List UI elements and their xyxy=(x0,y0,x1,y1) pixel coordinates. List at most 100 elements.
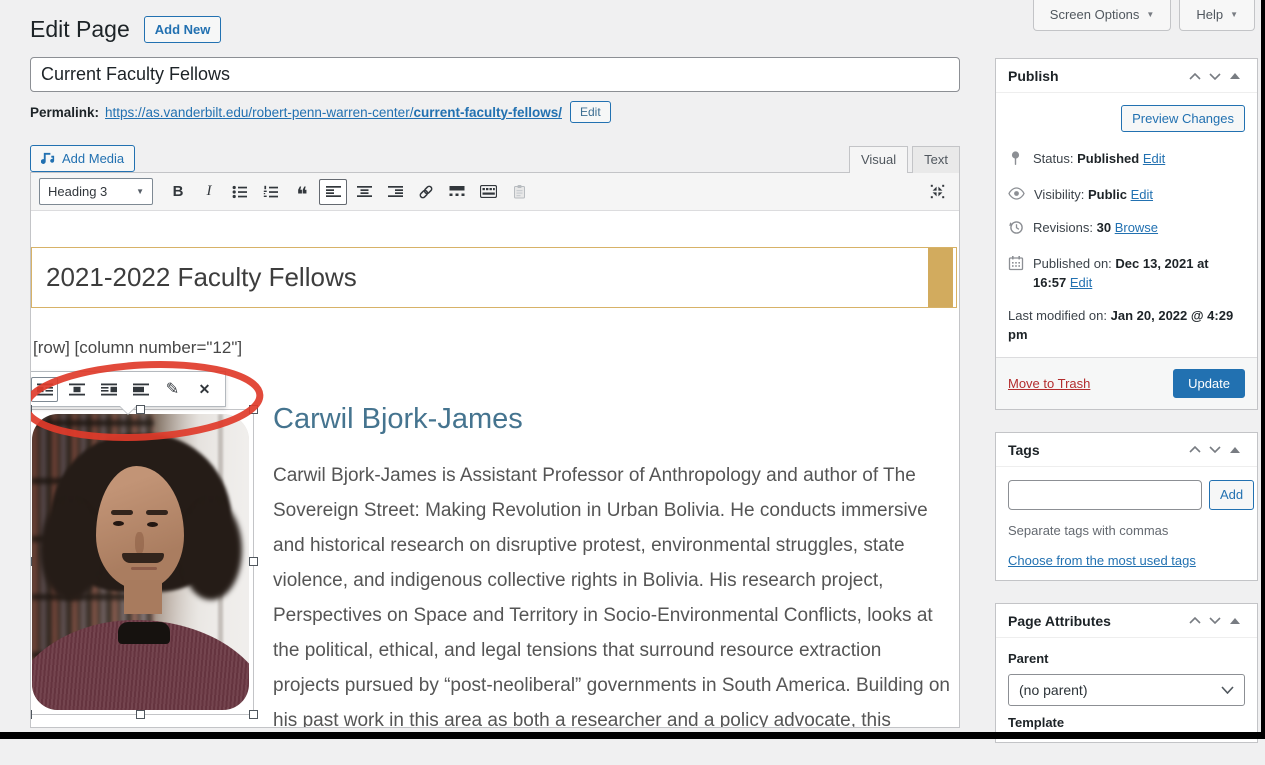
published-on-edit-link[interactable]: Edit xyxy=(1070,275,1092,290)
italic-button[interactable]: I xyxy=(195,179,223,205)
last-modified-row: Last modified on: Jan 20, 2022 @ 4:29 pm xyxy=(1008,306,1245,345)
move-panel-up-button[interactable] xyxy=(1185,442,1205,458)
collapse-triangle-icon xyxy=(1230,73,1240,79)
image-align-right-button[interactable] xyxy=(95,377,122,402)
resize-handle-top[interactable] xyxy=(136,405,145,414)
move-to-trash-link[interactable]: Move to Trash xyxy=(1008,376,1090,391)
permalink-edit-button[interactable]: Edit xyxy=(570,101,611,123)
tab-text[interactable]: Text xyxy=(912,146,960,173)
section-heading: 2021-2022 Faculty Fellows xyxy=(46,262,357,293)
editor-container: Heading 3 ▼ B I ❝ xyxy=(30,172,960,728)
update-button[interactable]: Update xyxy=(1173,369,1245,398)
align-right-icon xyxy=(388,185,403,198)
move-panel-down-button[interactable] xyxy=(1205,613,1225,629)
bulleted-list-button[interactable] xyxy=(226,179,254,205)
post-title-input[interactable] xyxy=(30,57,960,92)
choose-tags-link[interactable]: Choose from the most used tags xyxy=(1008,553,1196,568)
revisions-row: Revisions: 30 Browse xyxy=(1008,218,1245,241)
numbered-list-button[interactable] xyxy=(257,179,285,205)
move-panel-down-button[interactable] xyxy=(1205,68,1225,84)
permalink-base: https://as.vanderbilt.edu/robert-penn-wa… xyxy=(105,105,413,120)
screen-options-label: Screen Options xyxy=(1050,7,1140,22)
move-panel-up-button[interactable] xyxy=(1185,613,1205,629)
format-select-value: Heading 3 xyxy=(48,184,107,199)
parent-select[interactable]: (no parent) xyxy=(1008,674,1245,706)
tab-visual[interactable]: Visual xyxy=(849,146,908,173)
chevron-down-icon xyxy=(1209,446,1221,453)
chevron-up-icon xyxy=(1189,446,1201,453)
image-align-left-button[interactable] xyxy=(31,377,58,402)
image-remove-button[interactable]: ✕ xyxy=(191,377,218,402)
editor-content-area[interactable]: 2021-2022 Faculty Fellows [row] [column … xyxy=(31,211,959,727)
profile-image[interactable] xyxy=(32,414,249,710)
add-tag-button[interactable]: Add xyxy=(1209,480,1254,510)
align-center-button[interactable] xyxy=(350,179,378,205)
editor-mode-tabs: Visual Text xyxy=(849,146,960,173)
publish-panel-header[interactable]: Publish xyxy=(996,59,1257,93)
status-label: Status: xyxy=(1033,151,1073,166)
revisions-browse-link[interactable]: Browse xyxy=(1115,220,1158,235)
clipboard-icon xyxy=(512,184,527,199)
blockquote-button[interactable]: ❝ xyxy=(288,179,316,205)
permalink-url-link[interactable]: https://as.vanderbilt.edu/robert-penn-wa… xyxy=(105,105,562,120)
align-left-button[interactable] xyxy=(319,179,347,205)
admin-top-tabs: Screen Options ▼ Help ▼ xyxy=(1033,0,1255,31)
collar xyxy=(118,622,170,644)
toolbar-toggle-button[interactable] xyxy=(474,179,502,205)
resize-handle-left[interactable] xyxy=(31,557,32,566)
read-more-button[interactable] xyxy=(443,179,471,205)
fullscreen-button[interactable] xyxy=(923,179,951,205)
resize-handle-top-left[interactable] xyxy=(31,405,32,414)
profile-bio-paragraph: Carwil Bjork-James is Assistant Professo… xyxy=(273,458,951,727)
resize-handle-bottom-right[interactable] xyxy=(249,710,258,719)
resize-handle-top-right[interactable] xyxy=(249,405,258,414)
collapse-triangle-icon xyxy=(1230,618,1240,624)
image-edit-button[interactable]: ✎ xyxy=(159,377,186,402)
link-icon xyxy=(418,184,434,200)
page-attributes-panel-header[interactable]: Page Attributes xyxy=(996,604,1257,638)
tags-input[interactable] xyxy=(1008,480,1202,510)
status-value: Published xyxy=(1077,151,1139,166)
caret-down-icon: ▼ xyxy=(1146,10,1154,19)
shortcode-text: [row] [column number="12"] xyxy=(33,338,242,358)
numbered-list-icon xyxy=(263,185,279,199)
link-button[interactable] xyxy=(412,179,440,205)
screen-options-button[interactable]: Screen Options ▼ xyxy=(1033,0,1172,31)
align-right-button[interactable] xyxy=(381,179,409,205)
sidebar: Publish Preview Changes Status: Publishe… xyxy=(995,58,1258,765)
chevron-up-icon xyxy=(1189,617,1201,624)
tags-panel-header[interactable]: Tags xyxy=(996,433,1257,467)
collapse-panel-button[interactable] xyxy=(1225,613,1245,629)
align-center-icon xyxy=(357,185,372,198)
nose xyxy=(135,532,144,554)
status-row: Status: Published Edit xyxy=(1008,149,1245,172)
published-on-label: Published on: xyxy=(1033,256,1112,271)
bold-icon: B xyxy=(173,183,184,200)
collapse-panel-button[interactable] xyxy=(1225,442,1245,458)
image-align-left-icon xyxy=(37,383,53,396)
chevron-down-icon xyxy=(1209,73,1221,80)
published-on-row: Published on: Dec 13, 2021 at 16:57 Edit xyxy=(1008,254,1245,293)
image-align-none-button[interactable] xyxy=(127,377,154,402)
add-media-button[interactable]: Add Media xyxy=(30,145,135,172)
bold-button[interactable]: B xyxy=(164,179,192,205)
collapse-panel-button[interactable] xyxy=(1225,68,1245,84)
chevron-up-icon xyxy=(1189,73,1201,80)
image-align-center-button[interactable] xyxy=(63,377,90,402)
image-align-center-icon xyxy=(69,383,85,396)
resize-handle-bottom-left[interactable] xyxy=(31,710,32,719)
add-new-button[interactable]: Add New xyxy=(144,16,222,43)
toolbar-toggle-icon xyxy=(480,185,497,198)
preview-changes-button[interactable]: Preview Changes xyxy=(1121,105,1245,132)
visibility-edit-link[interactable]: Edit xyxy=(1131,187,1153,202)
edit-pencil-icon: ✎ xyxy=(166,379,179,399)
status-edit-link[interactable]: Edit xyxy=(1143,151,1165,166)
last-modified-label: Last modified on: xyxy=(1008,308,1107,323)
resize-handle-bottom[interactable] xyxy=(136,710,145,719)
format-select[interactable]: Heading 3 ▼ xyxy=(39,178,153,205)
help-button[interactable]: Help ▼ xyxy=(1179,0,1255,31)
paste-as-text-button[interactable] xyxy=(505,179,533,205)
move-panel-up-button[interactable] xyxy=(1185,68,1205,84)
resize-handle-right[interactable] xyxy=(249,557,258,566)
move-panel-down-button[interactable] xyxy=(1205,442,1225,458)
